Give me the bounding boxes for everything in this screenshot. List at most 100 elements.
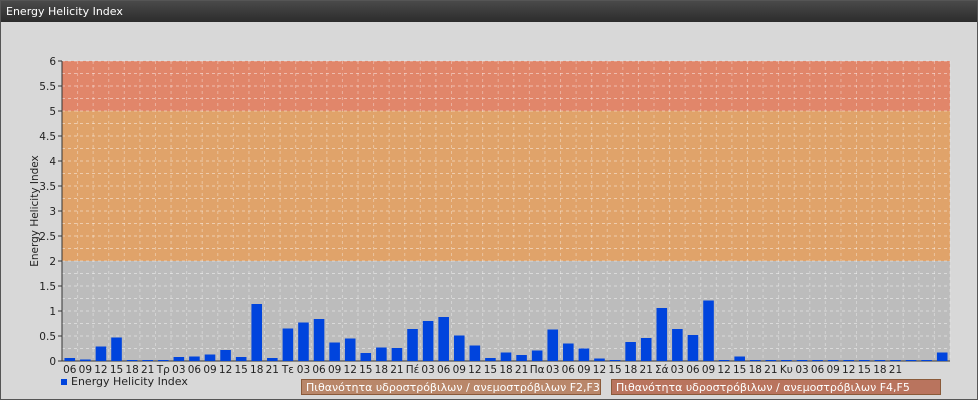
x-tick-label: 12: [219, 364, 232, 376]
bar: [578, 348, 590, 361]
x-tick-label: Πέ: [406, 364, 420, 376]
x-tick-label: 12: [468, 364, 481, 376]
x-tick-label: 12: [842, 364, 855, 376]
y-tick-label: 5: [49, 106, 56, 118]
bar: [703, 300, 714, 361]
y-tick-label: 2: [49, 256, 56, 268]
y-tick-label: 1.5: [39, 281, 56, 293]
x-tick-label: 06: [811, 364, 825, 376]
bar: [781, 360, 792, 361]
bar: [453, 335, 465, 361]
bar: [220, 350, 231, 361]
bar: [625, 342, 636, 361]
x-tick-label: 15: [608, 364, 621, 376]
x-tick-label: 06: [686, 364, 700, 376]
bar: [157, 360, 169, 361]
x-tick-label: 03: [297, 364, 310, 376]
bar: [235, 357, 247, 361]
x-tick-label: 09: [577, 364, 590, 376]
bar: [500, 352, 512, 361]
x-tick-label: 15: [359, 364, 372, 376]
x-tick-label: 18: [873, 364, 886, 376]
bar: [204, 354, 216, 361]
bar: [594, 358, 605, 361]
bar: [313, 319, 325, 361]
bar: [267, 358, 278, 361]
x-tick-label: 21: [266, 364, 279, 376]
energy-helicity-chart: 0 0.5 1 1.5 2 2.5 3 3.5 4 4.5 5 5.5 6 Energy Helicity…: [29, 56, 951, 376]
x-tick-label: 03: [795, 364, 808, 376]
chart-window: Energy Helicity Index 0 0.5 1 1.5 2 2.5 3 3.5 4 4…: [0, 0, 978, 400]
legend-series-item[interactable]: Energy Helicity Index: [61, 374, 188, 390]
x-tick-label: 06: [312, 364, 326, 376]
y-tick-label: 1: [49, 306, 56, 318]
bar: [640, 338, 652, 361]
x-tick-label: Κυ: [780, 364, 793, 376]
x-tick-label: 03: [671, 364, 684, 376]
x-tick-label: 21: [764, 364, 777, 376]
x-tick-label: 06: [188, 364, 202, 376]
bar: [718, 360, 730, 361]
bar: [438, 317, 449, 361]
bar: [173, 357, 185, 361]
bar: [672, 329, 683, 361]
x-tick-label: 21: [889, 364, 902, 376]
bar: [189, 356, 200, 361]
bar: [344, 338, 356, 361]
bar: [251, 304, 263, 361]
bar: [796, 360, 808, 361]
bar: [422, 321, 434, 361]
x-tick-label: 12: [717, 364, 730, 376]
y-tick-label: 2.5: [39, 231, 56, 243]
bar: [376, 347, 387, 361]
x-tick-label: 09: [702, 364, 715, 376]
bar: [298, 322, 309, 361]
legend-series-label: Energy Helicity Index: [71, 375, 188, 388]
x-tick-label: 18: [250, 364, 263, 376]
bar: [95, 346, 107, 361]
x-tick-label: 21: [515, 364, 528, 376]
legend-swatch: [61, 379, 67, 385]
legend-band-f2-f3[interactable]: Πιθανότητα υδροστρόβιλων / ανεμοστρόβιλω…: [301, 379, 601, 395]
bar: [126, 360, 138, 361]
x-tick-label: 09: [328, 364, 341, 376]
y-tick-label: 4: [49, 156, 56, 168]
x-tick-label: 15: [858, 364, 871, 376]
x-tick-label: 03: [546, 364, 559, 376]
bar: [921, 360, 932, 361]
x-tick-label: 21: [640, 364, 653, 376]
x-tick-label: 09: [826, 364, 839, 376]
y-tick-label: 0: [49, 356, 56, 368]
bar: [563, 343, 574, 361]
y-tick-label: 3.5: [39, 181, 56, 193]
bar: [469, 345, 481, 361]
bar: [874, 360, 886, 361]
x-tick-label: 06: [437, 364, 451, 376]
bar: [407, 329, 418, 361]
bar: [812, 360, 823, 361]
y-tick-label: 5.5: [39, 81, 56, 93]
bar: [360, 353, 372, 361]
bar: [765, 360, 777, 361]
bar: [485, 358, 496, 361]
x-tick-label: 15: [733, 364, 746, 376]
bar: [111, 337, 122, 361]
bar: [687, 335, 699, 361]
bar: [609, 360, 621, 361]
bar: [843, 360, 855, 361]
bar: [890, 360, 901, 361]
y-tick-label: 6: [49, 56, 56, 68]
x-tick-label: Πα: [530, 364, 545, 376]
bar: [936, 352, 948, 361]
bar: [142, 360, 153, 361]
bar: [80, 359, 91, 361]
y-tick-label: 3: [49, 206, 56, 218]
x-tick-label: 12: [593, 364, 606, 376]
legend-band-f4-f5[interactable]: Πιθανότητα υδροστρόβιλων / ανεμοστρόβιλω…: [611, 379, 941, 395]
x-tick-label: 03: [421, 364, 434, 376]
bar: [282, 328, 294, 361]
x-tick-label: Σά: [655, 364, 669, 376]
bar: [734, 356, 745, 361]
x-tick-label: 21: [390, 364, 403, 376]
y-tick-label: 0.5: [39, 331, 56, 343]
